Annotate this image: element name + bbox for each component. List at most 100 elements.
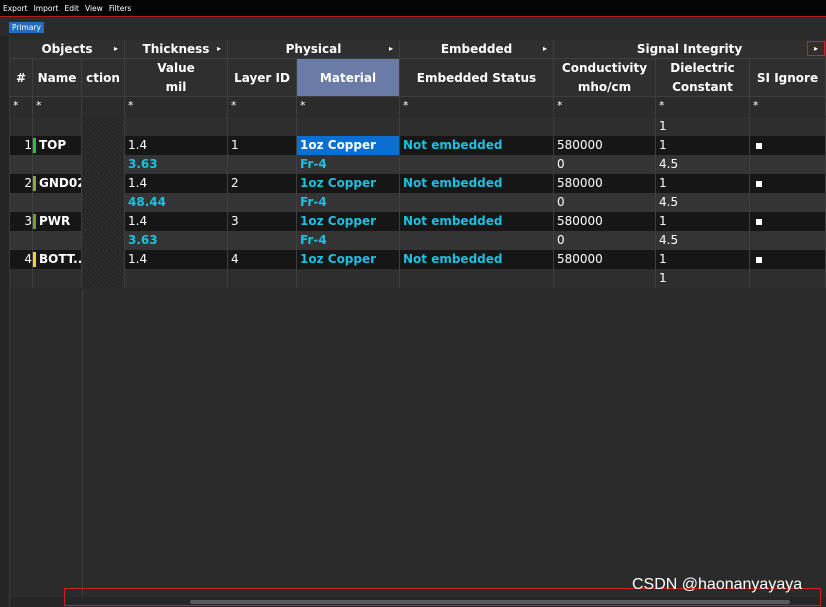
row-layer-4-num[interactable]: 4 [10, 250, 33, 269]
row-layer-4-name[interactable]: BOTT... [33, 250, 82, 269]
row-bottom-dielectric-thick[interactable] [125, 269, 228, 288]
filter-cond[interactable]: * [554, 97, 656, 116]
row-layer-3-diel[interactable]: 1 [656, 212, 750, 231]
row-dielectric-1-status[interactable] [400, 155, 554, 174]
menu-filters[interactable]: Filters [109, 4, 131, 13]
row-layer-3-name[interactable]: PWR [33, 212, 82, 231]
row-dielectric-2-num[interactable] [10, 193, 33, 212]
row-dielectric-2-si[interactable] [750, 193, 826, 212]
row-layer-2-num[interactable]: 2 [10, 174, 33, 193]
group-header-embedded[interactable]: Embedded ▸ [400, 40, 554, 59]
row-top-dielectric-num[interactable] [10, 117, 33, 136]
row-layer-4-diel[interactable]: 1 [656, 250, 750, 269]
group-header-signal-integrity[interactable]: Signal Integrity [554, 40, 826, 59]
row-top-dielectric-si[interactable] [750, 117, 826, 136]
row-dielectric-3-mat[interactable]: Fr-4 [297, 231, 400, 250]
row-layer-4-cond[interactable]: 580000 [554, 250, 656, 269]
tab-primary[interactable]: Primary [9, 22, 44, 33]
row-layer-3-num[interactable]: 3 [10, 212, 33, 231]
row-dielectric-1-mat[interactable]: Fr-4 [297, 155, 400, 174]
filter-num[interactable]: * [10, 97, 33, 116]
row-layer-3-si[interactable] [750, 212, 826, 231]
filter-lid[interactable]: * [228, 97, 297, 116]
row-layer-1-si[interactable] [750, 136, 826, 155]
col-header-name[interactable]: Name [33, 59, 82, 97]
row-dielectric-3-name[interactable] [33, 231, 82, 250]
row-top-dielectric-lid[interactable] [228, 117, 297, 136]
row-layer-2-thick[interactable]: 1.4 [125, 174, 228, 193]
row-layer-2-lid[interactable]: 2 [228, 174, 297, 193]
si-ignore-checkbox[interactable] [756, 256, 762, 263]
menu-view[interactable]: View [85, 4, 103, 13]
row-dielectric-1-lid[interactable] [228, 155, 297, 174]
row-dielectric-3-si[interactable] [750, 231, 826, 250]
col-header-direction[interactable]: ction [82, 59, 125, 97]
row-dielectric-2-mat[interactable]: Fr-4 [297, 193, 400, 212]
si-ignore-checkbox[interactable] [756, 180, 762, 187]
row-layer-1-num[interactable]: 1 [10, 136, 33, 155]
row-dielectric-2-status[interactable] [400, 193, 554, 212]
row-layer-3-status[interactable]: Not embedded [400, 212, 554, 231]
filter-name[interactable]: * [33, 97, 82, 116]
row-dielectric-2-diel[interactable]: 4.5 [656, 193, 750, 212]
row-dielectric-1-si[interactable] [750, 155, 826, 174]
group-header-thickness[interactable]: Thickness ▸ [125, 40, 228, 59]
row-layer-3-cond[interactable]: 580000 [554, 212, 656, 231]
row-layer-2-status[interactable]: Not embedded [400, 174, 554, 193]
row-layer-4-thick[interactable]: 1.4 [125, 250, 228, 269]
row-dielectric-2-cond[interactable]: 0 [554, 193, 656, 212]
si-ignore-checkbox[interactable] [756, 218, 762, 225]
expand-arrow-icon[interactable]: ▸ [217, 44, 221, 53]
row-layer-3-thick[interactable]: 1.4 [125, 212, 228, 231]
row-dielectric-3-status[interactable] [400, 231, 554, 250]
col-header-si-ignore[interactable]: SI Ignore [750, 59, 826, 97]
row-dielectric-2-name[interactable] [33, 193, 82, 212]
row-dielectric-1-name[interactable] [33, 155, 82, 174]
row-layer-1-cond[interactable]: 580000 [554, 136, 656, 155]
col-header-dielectric-constant[interactable]: Dielectric Constant [656, 59, 750, 97]
row-layer-1-thick[interactable]: 1.4 [125, 136, 228, 155]
col-header-number[interactable]: # [10, 59, 33, 97]
row-layer-1-mat[interactable]: 1oz Copper [297, 136, 400, 155]
expand-arrow-icon[interactable]: ▸ [114, 44, 118, 53]
row-layer-1-name[interactable]: TOP [33, 136, 82, 155]
row-layer-2-si[interactable] [750, 174, 826, 193]
expand-arrow-icon[interactable]: ▸ [389, 44, 393, 53]
row-top-dielectric-cond[interactable] [554, 117, 656, 136]
row-layer-3-mat[interactable]: 1oz Copper [297, 212, 400, 231]
row-layer-2-cond[interactable]: 580000 [554, 174, 656, 193]
scroll-right-icon[interactable]: ▸ [807, 41, 825, 56]
filter-thick[interactable]: * [125, 97, 228, 116]
col-header-material[interactable]: Material [297, 59, 400, 97]
row-dielectric-2-lid[interactable] [228, 193, 297, 212]
row-layer-4-status[interactable]: Not embedded [400, 250, 554, 269]
row-dielectric-1-num[interactable] [10, 155, 33, 174]
row-top-dielectric-status[interactable] [400, 117, 554, 136]
filter-si[interactable]: * [750, 97, 826, 116]
col-header-embedded-status[interactable]: Embedded Status [400, 59, 554, 97]
menu-import[interactable]: Import [34, 4, 59, 13]
row-layer-1-status[interactable]: Not embedded [400, 136, 554, 155]
row-bottom-dielectric-mat[interactable] [297, 269, 400, 288]
row-dielectric-1-cond[interactable]: 0 [554, 155, 656, 174]
row-bottom-dielectric-num[interactable] [10, 269, 33, 288]
si-ignore-checkbox[interactable] [756, 142, 762, 149]
col-header-value[interactable]: Value mil [125, 59, 228, 97]
row-bottom-dielectric-si[interactable] [750, 269, 826, 288]
row-layer-1-diel[interactable]: 1 [656, 136, 750, 155]
row-dielectric-3-num[interactable] [10, 231, 33, 250]
row-dielectric-1-thick[interactable]: 3.63 [125, 155, 228, 174]
expand-arrow-icon[interactable]: ▸ [543, 44, 547, 53]
row-layer-2-name[interactable]: GND02 [33, 174, 82, 193]
row-top-dielectric-thick[interactable] [125, 117, 228, 136]
row-top-dielectric-name[interactable] [33, 117, 82, 136]
row-bottom-dielectric-lid[interactable] [228, 269, 297, 288]
row-layer-3-lid[interactable]: 3 [228, 212, 297, 231]
row-dielectric-3-lid[interactable] [228, 231, 297, 250]
row-dielectric-3-thick[interactable]: 3.63 [125, 231, 228, 250]
row-layer-2-mat[interactable]: 1oz Copper [297, 174, 400, 193]
row-layer-2-diel[interactable]: 1 [656, 174, 750, 193]
col-header-conductivity[interactable]: Conductivity mho/cm [554, 59, 656, 97]
col-header-layer-id[interactable]: Layer ID [228, 59, 297, 97]
row-dielectric-3-diel[interactable]: 4.5 [656, 231, 750, 250]
